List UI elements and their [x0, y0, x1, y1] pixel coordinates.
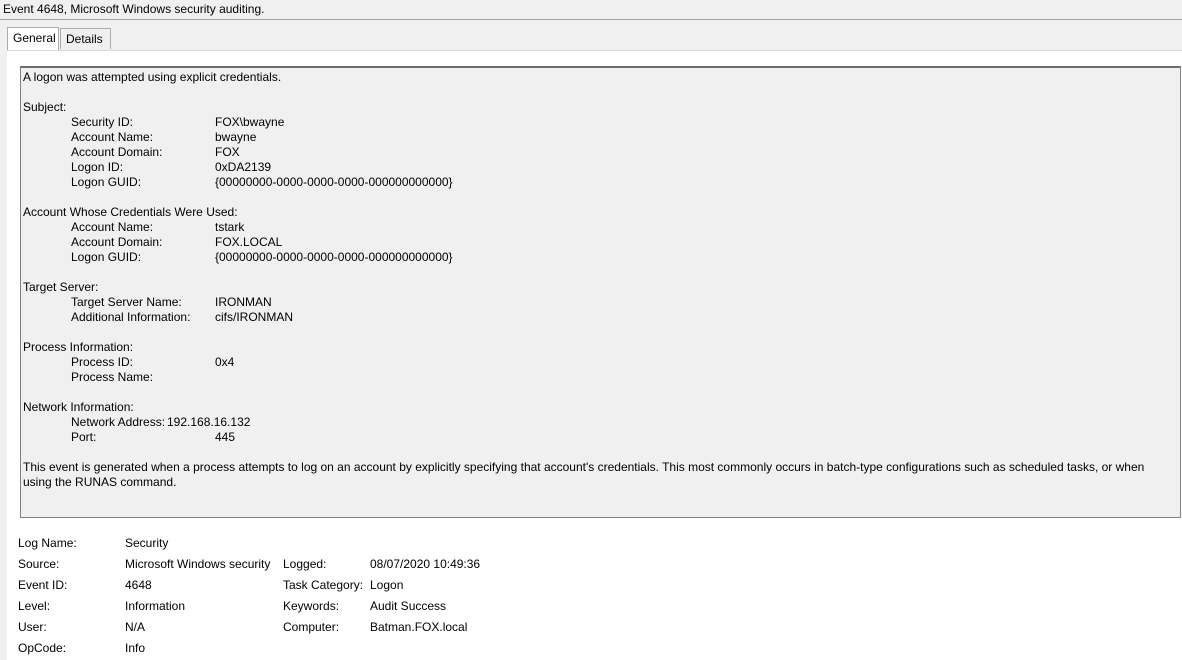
field-value: 0x4 [215, 355, 235, 369]
source-value[interactable]: Microsoft Windows security [125, 557, 270, 572]
field-label: Security ID: [71, 115, 134, 129]
field-label: Account Domain: [71, 235, 163, 249]
field-label: Account Name: [71, 130, 154, 144]
field-value: 445 [215, 430, 236, 444]
process-heading: Process Information: [23, 340, 134, 354]
field-value: FOX\bwayne [215, 115, 285, 129]
logged-value[interactable]: 08/07/2020 10:49:36 [370, 557, 480, 572]
event-description-box[interactable]: A logon was attempted using explicit cre… [20, 66, 1181, 518]
field-value: bwayne [215, 130, 257, 144]
field-value: {00000000-0000-0000-0000-000000000000} [215, 175, 453, 189]
field-value: {00000000-0000-0000-0000-000000000000} [215, 250, 453, 264]
task-category-label: Task Category: [283, 578, 364, 592]
field-label: Account Name: [71, 220, 154, 234]
event-id-label: Event ID: [18, 578, 68, 592]
field-label: Target Server Name: [71, 295, 182, 309]
field-label: Logon GUID: [71, 175, 142, 189]
field-value: tstark [215, 220, 245, 234]
keywords-label: Keywords: [283, 599, 340, 613]
field-label: Process ID: [71, 355, 134, 369]
keywords-value[interactable]: Audit Success [370, 599, 446, 614]
log-name-label: Log Name: [18, 536, 77, 550]
computer-value[interactable]: Batman.FOX.local [370, 620, 467, 635]
level-label: Level: [18, 599, 51, 613]
field-label: Process Name: [71, 370, 154, 384]
field-value: FOX.LOCAL [215, 235, 283, 249]
target-heading: Target Server: [23, 280, 99, 294]
event-id-value[interactable]: 4648 [125, 578, 152, 593]
log-name-value[interactable]: Security [125, 536, 168, 551]
level-value[interactable]: Information [125, 599, 185, 614]
logged-label: Logged: [283, 557, 327, 571]
field-label: Network Address: [71, 415, 166, 429]
description-intro: A logon was attempted using explicit cre… [23, 70, 282, 84]
field-value: FOX [215, 145, 240, 159]
opcode-value[interactable]: Info [125, 641, 145, 656]
user-label: User: [18, 620, 47, 634]
field-value: IRONMAN [215, 295, 272, 309]
task-category-value[interactable]: Logon [370, 578, 403, 593]
network-heading: Network Information: [23, 400, 134, 414]
field-label: Port: [71, 430, 97, 444]
description-footer: This event is generated when a process a… [23, 460, 1145, 489]
field-value: 192.168.16.132 [167, 415, 251, 429]
event-properties-area [7, 518, 1182, 660]
field-label: Logon ID: [71, 160, 124, 174]
opcode-label: OpCode: [18, 641, 67, 655]
field-value: cifs/IRONMAN [215, 310, 293, 324]
credentials-heading: Account Whose Credentials Were Used: [23, 205, 238, 219]
field-value: 0xDA2139 [215, 160, 272, 174]
field-label: Additional Information: [71, 310, 191, 324]
computer-label: Computer: [283, 620, 340, 634]
user-value[interactable]: N/A [125, 620, 145, 635]
subject-heading: Subject: [23, 100, 67, 114]
field-label: Account Domain: [71, 145, 163, 159]
source-label: Source: [18, 557, 60, 571]
tab-general[interactable]: General [7, 27, 59, 50]
field-label: Logon GUID: [71, 250, 142, 264]
